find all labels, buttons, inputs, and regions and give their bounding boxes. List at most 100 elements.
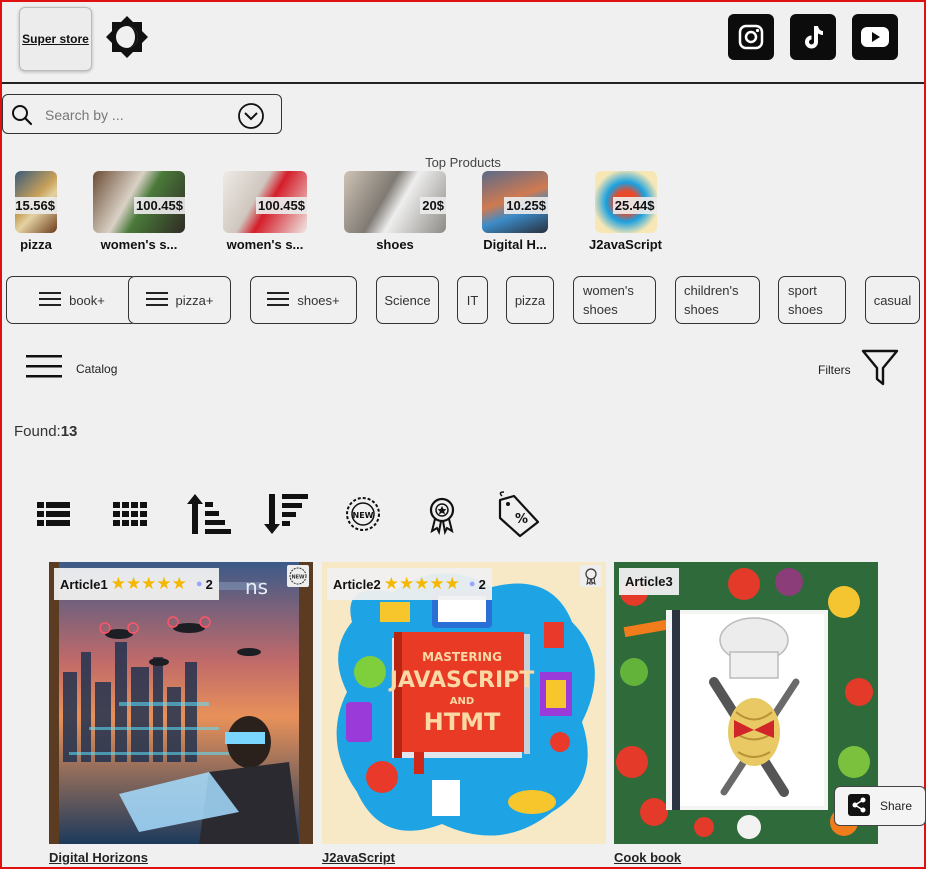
sort-descending-icon[interactable] bbox=[262, 490, 310, 543]
filters-button[interactable]: Filters bbox=[818, 348, 899, 391]
chip-label: shoes+ bbox=[297, 292, 340, 308]
award-badge-icon bbox=[580, 565, 602, 587]
theme-toggle-icon[interactable] bbox=[104, 14, 150, 60]
product-name: pizza bbox=[20, 237, 52, 252]
product-name: Digital H... bbox=[483, 237, 547, 252]
catalog-label: Catalog bbox=[76, 361, 118, 376]
chip-label: children's shoes bbox=[684, 283, 739, 317]
discount-tag-icon[interactable]: % bbox=[496, 490, 542, 543]
comment-count: 2 bbox=[478, 576, 486, 592]
top-product-item[interactable]: 15.56$ pizza bbox=[15, 171, 57, 252]
share-label: Share bbox=[879, 799, 913, 813]
category-chip-sport-shoes[interactable]: sport shoes bbox=[778, 276, 846, 324]
new-badge-icon[interactable]: NEW bbox=[344, 490, 382, 543]
card-info: Article2 ★★★★★ ● 2 bbox=[327, 568, 492, 600]
search-bar[interactable]: Search by ... bbox=[2, 94, 282, 134]
found-label: Found: bbox=[14, 423, 61, 440]
award-icon[interactable] bbox=[424, 490, 460, 543]
product-name: women's s... bbox=[100, 237, 178, 252]
category-chip-casual[interactable]: casual bbox=[865, 276, 920, 324]
rating-stars[interactable]: ★★★★★ bbox=[111, 574, 187, 594]
rating-stars[interactable]: ★★★★★ bbox=[384, 574, 460, 594]
card-title-link[interactable]: Digital Horizons bbox=[49, 850, 148, 865]
youtube-icon[interactable] bbox=[852, 14, 898, 60]
top-product-item[interactable]: 20$ shoes bbox=[344, 171, 446, 252]
category-chip-womens-shoes[interactable]: women's shoes bbox=[573, 276, 656, 324]
top-product-item[interactable]: 10.25$ Digital H... bbox=[482, 171, 548, 252]
found-count: 13 bbox=[60, 423, 78, 440]
card-article-label: Article2 bbox=[333, 576, 381, 592]
product-card[interactable]: ns Article1 ★★★★★ ● 2 NEW bbox=[49, 562, 313, 844]
category-chip-shoes-menu[interactable]: shoes+ bbox=[250, 276, 357, 324]
top-product-item[interactable]: 25.44$ J2avaScript bbox=[589, 171, 662, 252]
instagram-icon[interactable] bbox=[728, 14, 774, 60]
product-name: J2avaScript bbox=[589, 237, 662, 252]
header-divider bbox=[2, 82, 924, 84]
results-count: Found:13 bbox=[14, 423, 77, 440]
chip-label: pizza+ bbox=[175, 292, 214, 308]
tiktok-icon[interactable] bbox=[790, 14, 836, 60]
search-icon[interactable] bbox=[11, 104, 33, 131]
product-price: 100.45$ bbox=[256, 197, 307, 214]
product-thumbnail: 20$ bbox=[344, 171, 446, 233]
card-title-link[interactable]: Cook book bbox=[614, 850, 681, 865]
product-price: 25.44$ bbox=[612, 197, 657, 214]
svg-text:JAVASCRIPT: JAVASCRIPT bbox=[388, 668, 535, 693]
card-image: ns bbox=[49, 562, 313, 844]
menu-icon bbox=[145, 291, 168, 309]
category-chip-it[interactable]: IT bbox=[457, 276, 488, 324]
card-info: Article3 bbox=[619, 568, 679, 595]
new-badge-icon: NEW bbox=[287, 565, 309, 587]
product-thumbnail: 25.44$ bbox=[594, 171, 657, 233]
product-price: 20$ bbox=[420, 197, 446, 214]
list-view-icon[interactable] bbox=[36, 490, 72, 543]
category-chip-book[interactable]: book+ bbox=[6, 276, 138, 324]
menu-icon bbox=[39, 291, 62, 309]
svg-text:NEW: NEW bbox=[353, 511, 374, 520]
comment-bubble-icon[interactable]: ● bbox=[469, 578, 476, 590]
svg-text:AND: AND bbox=[450, 696, 474, 707]
card-article-label: Article1 bbox=[60, 576, 108, 592]
top-products-title: Top Products bbox=[425, 155, 501, 170]
chip-label: casual bbox=[873, 292, 912, 308]
hamburger-menu-icon[interactable] bbox=[26, 354, 64, 383]
product-price: 100.45$ bbox=[134, 197, 185, 214]
product-thumbnail: 10.25$ bbox=[482, 171, 548, 233]
card-info: Article1 ★★★★★ ● 2 bbox=[54, 568, 219, 600]
product-price: 10.25$ bbox=[504, 197, 548, 214]
product-name: women's s... bbox=[226, 237, 304, 252]
category-chip-childrens-shoes[interactable]: children's shoes bbox=[675, 276, 760, 324]
filter-funnel-icon[interactable] bbox=[861, 348, 899, 391]
menu-icon bbox=[267, 291, 290, 309]
store-logo-button[interactable]: Super store bbox=[19, 7, 92, 71]
chip-label: pizza bbox=[514, 292, 546, 308]
catalog-button[interactable]: Catalog bbox=[26, 354, 117, 383]
product-thumbnail: 15.56$ bbox=[15, 171, 57, 233]
search-input[interactable]: Search by ... bbox=[45, 107, 124, 123]
card-image: MASTERING JAVASCRIPT AND HTMT bbox=[322, 562, 606, 844]
comment-bubble-icon[interactable]: ● bbox=[196, 578, 203, 590]
chip-label: women's shoes bbox=[583, 283, 634, 317]
product-card[interactable]: MASTERING JAVASCRIPT AND HTMT Article2 ★… bbox=[322, 562, 606, 844]
product-thumbnail: 100.45$ bbox=[223, 171, 307, 233]
svg-text:%: % bbox=[515, 512, 528, 527]
category-chip-pizza-menu[interactable]: pizza+ bbox=[128, 276, 231, 324]
sort-ascending-icon[interactable] bbox=[185, 490, 233, 543]
grid-view-icon[interactable] bbox=[112, 490, 150, 543]
card-title-link[interactable]: J2avaScript bbox=[322, 850, 395, 865]
chip-label: Science bbox=[384, 292, 431, 308]
category-chip-pizza[interactable]: pizza bbox=[506, 276, 554, 324]
comment-count: 2 bbox=[205, 576, 213, 592]
product-thumbnail: 100.45$ bbox=[93, 171, 185, 233]
product-price: 15.56$ bbox=[15, 197, 57, 214]
share-button[interactable]: Share bbox=[834, 786, 926, 826]
category-chip-science[interactable]: Science bbox=[376, 276, 439, 324]
svg-text:HTMT: HTMT bbox=[424, 708, 501, 736]
store-logo-label: Super store bbox=[22, 32, 89, 46]
chip-label: book+ bbox=[69, 292, 105, 308]
filters-label: Filters bbox=[818, 362, 851, 377]
top-product-item[interactable]: 100.45$ women's s... bbox=[93, 171, 185, 252]
svg-text:NEW: NEW bbox=[291, 575, 305, 581]
top-product-item[interactable]: 100.45$ women's s... bbox=[223, 171, 307, 252]
chevron-down-icon[interactable] bbox=[237, 102, 265, 135]
